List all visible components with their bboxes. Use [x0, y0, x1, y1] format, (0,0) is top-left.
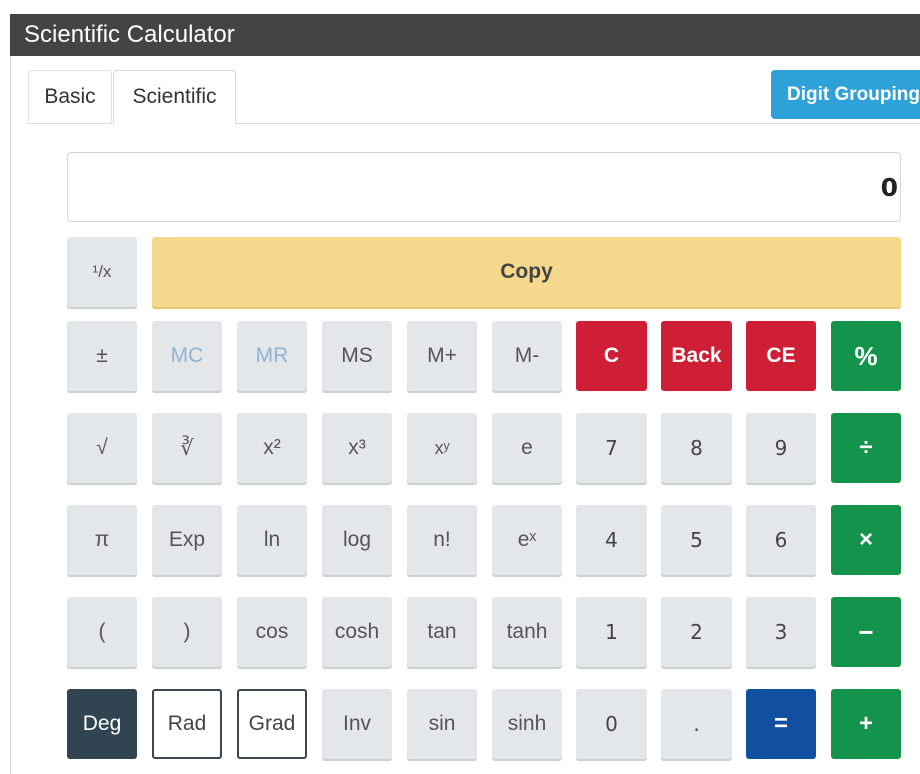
copy-button[interactable]: Copy: [152, 237, 901, 307]
clear-entry-button[interactable]: CE: [746, 321, 816, 391]
inverse-button[interactable]: Inv: [322, 689, 392, 759]
cube-button[interactable]: x³: [322, 413, 392, 483]
subtract-button[interactable]: −: [831, 597, 901, 667]
digit-grouping-button[interactable]: Digit Grouping: [771, 70, 920, 119]
digit-7-button[interactable]: 7: [576, 413, 647, 483]
reciprocal-button[interactable]: ¹/x: [67, 237, 137, 307]
digit-4-button[interactable]: 4: [576, 505, 647, 575]
square-button[interactable]: x²: [237, 413, 307, 483]
cos-button[interactable]: cos: [237, 597, 307, 667]
add-button[interactable]: +: [831, 689, 901, 759]
digit-2-button[interactable]: 2: [661, 597, 732, 667]
ln-button[interactable]: ln: [237, 505, 307, 575]
power-button[interactable]: xʸ: [407, 413, 477, 483]
sinh-button[interactable]: sinh: [492, 689, 562, 759]
euler-button[interactable]: e: [492, 413, 562, 483]
digit-5-button[interactable]: 5: [661, 505, 732, 575]
digit-1-button[interactable]: 1: [576, 597, 647, 667]
memory-recall-button[interactable]: MR: [237, 321, 307, 391]
memory-store-button[interactable]: MS: [322, 321, 392, 391]
app-title: Scientific Calculator: [24, 21, 235, 48]
title-bar: Scientific Calculator: [10, 14, 920, 56]
reciprocal-label: ¹/x: [92, 262, 112, 281]
factorial-button[interactable]: n!: [407, 505, 477, 575]
memory-add-button[interactable]: M+: [407, 321, 477, 391]
square-root-button[interactable]: √: [67, 413, 137, 483]
digit-0-button[interactable]: 0: [576, 689, 647, 759]
e-power-button[interactable]: eˣ: [492, 505, 562, 575]
gradians-button[interactable]: Grad: [237, 689, 307, 759]
log-button[interactable]: log: [322, 505, 392, 575]
multiply-button[interactable]: ×: [831, 505, 901, 575]
digit-6-button[interactable]: 6: [746, 505, 816, 575]
tan-button[interactable]: tan: [407, 597, 477, 667]
tab-scientific[interactable]: Scientific: [113, 70, 236, 124]
decimal-button[interactable]: .: [661, 689, 732, 759]
divide-button[interactable]: ÷: [831, 413, 901, 483]
digit-3-button[interactable]: 3: [746, 597, 816, 667]
tab-basic[interactable]: Basic: [28, 70, 112, 124]
pi-button[interactable]: π: [67, 505, 137, 575]
memory-clear-button[interactable]: MC: [152, 321, 222, 391]
equals-button[interactable]: =: [746, 689, 816, 759]
percent-button[interactable]: %: [831, 321, 901, 391]
cosh-button[interactable]: cosh: [322, 597, 392, 667]
digit-9-button[interactable]: 9: [746, 413, 816, 483]
backspace-button[interactable]: Back: [661, 321, 732, 391]
sin-button[interactable]: sin: [407, 689, 477, 759]
close-paren-button[interactable]: ): [152, 597, 222, 667]
radians-button[interactable]: Rad: [152, 689, 222, 759]
plus-minus-button[interactable]: ±: [67, 321, 137, 391]
nth-root-button[interactable]: ∛: [152, 413, 222, 483]
tanh-button[interactable]: tanh: [492, 597, 562, 667]
degrees-button[interactable]: Deg: [67, 689, 137, 759]
display-input[interactable]: 0: [67, 152, 901, 222]
clear-button[interactable]: C: [576, 321, 647, 391]
digit-8-button[interactable]: 8: [661, 413, 732, 483]
open-paren-button[interactable]: (: [67, 597, 137, 667]
exp-button[interactable]: Exp: [152, 505, 222, 575]
memory-subtract-button[interactable]: M-: [492, 321, 562, 391]
